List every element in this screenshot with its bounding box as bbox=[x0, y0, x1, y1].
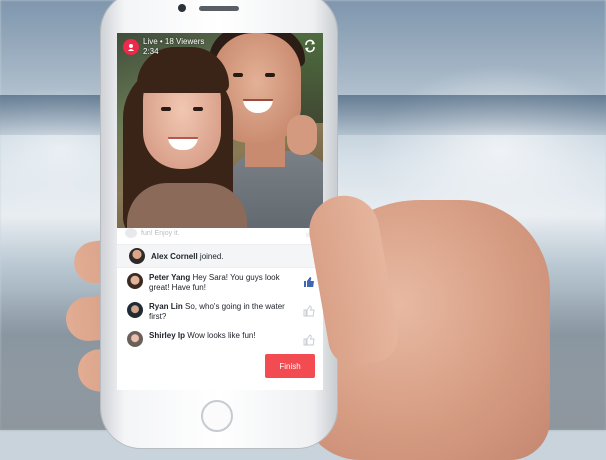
live-viewers: Live • 18 Viewers bbox=[143, 37, 205, 46]
live-video[interactable]: Live • 18 Viewers 2:34 bbox=[117, 33, 323, 228]
earpiece-speaker bbox=[199, 6, 239, 11]
like-icon[interactable] bbox=[303, 276, 315, 288]
comment-author: Shirley Ip bbox=[149, 331, 186, 340]
like-icon[interactable] bbox=[303, 305, 315, 317]
finish-button[interactable]: Finish bbox=[265, 354, 315, 378]
faded-comment-text: fun! Enjoy it. bbox=[141, 230, 180, 237]
phone-screen: Live • 18 Viewers 2:34 fun! Enjoy it. Al… bbox=[117, 33, 323, 390]
front-camera bbox=[178, 4, 186, 12]
like-icon[interactable] bbox=[303, 334, 315, 346]
joined-text: joined. bbox=[199, 251, 224, 261]
home-button[interactable] bbox=[201, 400, 233, 432]
comments-panel: fun! Enjoy it. Alex Cornell joined. Pete… bbox=[117, 228, 323, 390]
comment-body: Shirley Ip Wow looks like fun! bbox=[149, 331, 256, 341]
avatar bbox=[127, 331, 143, 347]
faded-comment: fun! Enjoy it. bbox=[117, 228, 323, 244]
man-eye bbox=[233, 73, 243, 77]
comment-item: Ryan Lin So, who's going in the water fi… bbox=[117, 297, 323, 326]
avatar bbox=[125, 228, 137, 238]
woman-eye bbox=[193, 107, 203, 111]
phone-device: Live • 18 Viewers 2:34 fun! Enjoy it. Al… bbox=[101, 0, 337, 448]
woman-eye bbox=[161, 107, 171, 111]
man-hand bbox=[287, 115, 317, 155]
avatar bbox=[127, 302, 143, 318]
comment-author: Peter Yang bbox=[149, 273, 191, 282]
comment-author: Ryan Lin bbox=[149, 302, 183, 311]
comment-body: Ryan Lin So, who's going in the water fi… bbox=[149, 302, 297, 322]
avatar bbox=[129, 248, 145, 264]
joined-name: Alex Cornell bbox=[151, 251, 198, 261]
woman-shirt bbox=[127, 183, 247, 228]
joined-notice: Alex Cornell joined. bbox=[117, 244, 323, 268]
comment-body: Peter Yang Hey Sara! You guys look great… bbox=[149, 273, 297, 293]
comment-item: Shirley Ip Wow looks like fun! bbox=[117, 326, 323, 351]
comment-item: Peter Yang Hey Sara! You guys look great… bbox=[117, 268, 323, 297]
avatar bbox=[127, 273, 143, 289]
live-icon bbox=[123, 39, 139, 55]
man-eye bbox=[265, 73, 275, 77]
live-status: Live • 18 Viewers 2:34 bbox=[143, 37, 204, 57]
switch-camera-icon[interactable] bbox=[303, 39, 317, 53]
comment-text: Wow looks like fun! bbox=[187, 331, 256, 340]
live-timer: 2:34 bbox=[143, 47, 159, 56]
